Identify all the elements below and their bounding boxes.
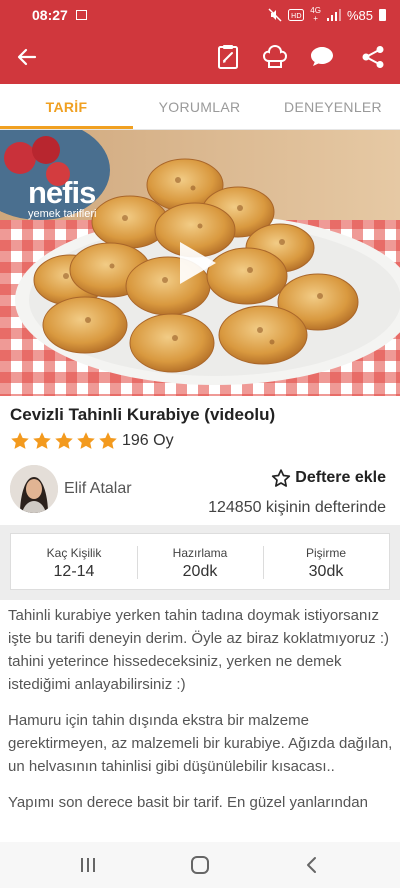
avatar[interactable] xyxy=(10,465,58,513)
star-outline-icon xyxy=(272,469,291,487)
recipe-title: Cevizli Tahinli Kurabiye (videolu) xyxy=(10,405,276,424)
cook-time-label: Pişirme xyxy=(305,546,346,560)
logo-sub: yemek tarifleri xyxy=(28,208,97,220)
description-paragraph: Tahinli kurabiye yerken tahin tadına doy… xyxy=(8,607,389,693)
tab-tarif[interactable]: TARİF xyxy=(0,84,133,130)
recent-apps-icon[interactable] xyxy=(76,854,100,876)
app-bar xyxy=(0,30,400,84)
add-to-notebook-label: Deftere ekle xyxy=(295,469,386,486)
network-plus: + xyxy=(313,14,318,23)
system-nav-bar xyxy=(0,842,400,888)
cook-time-value: 30dk xyxy=(308,563,344,580)
star-icon xyxy=(77,432,95,449)
hd-icon: HD xyxy=(288,9,305,21)
servings-cell: Kaç Kişilik 12-14 xyxy=(11,534,137,589)
status-bar: 08:27 HD 4G + %85 xyxy=(0,0,400,30)
add-to-notebook-button[interactable]: Deftere ekle xyxy=(271,468,386,488)
tab-bar: TARİF YORUMLAR DENEYENLER xyxy=(0,84,400,130)
gallery-icon xyxy=(75,10,87,20)
back-icon[interactable] xyxy=(300,854,324,876)
shopping-list-icon[interactable] xyxy=(213,42,243,72)
author-name[interactable]: Elif Atalar xyxy=(64,480,132,498)
share-icon[interactable] xyxy=(358,42,388,72)
battery-icon xyxy=(379,9,386,21)
battery-percent: %85 xyxy=(346,7,373,23)
rating-row[interactable]: 196 Oy xyxy=(10,430,174,452)
star-icon xyxy=(33,432,51,449)
author-row[interactable]: Elif Atalar xyxy=(10,465,132,513)
servings-value: 12-14 xyxy=(53,563,95,580)
back-arrow-icon[interactable] xyxy=(12,42,42,72)
description-paragraph: Hamuru için tahin dışında ekstra bir mal… xyxy=(8,712,393,775)
servings-label: Kaç Kişilik xyxy=(46,546,102,560)
nefis-logo: nefis yemek tarifleri xyxy=(28,175,97,220)
description-paragraph: Yapımı son derece basit bir tarif. En gü… xyxy=(8,794,368,811)
active-tab-indicator xyxy=(0,126,133,129)
signal-icon xyxy=(326,9,341,21)
vote-count: 196 Oy xyxy=(122,432,174,449)
star-icon xyxy=(11,432,29,449)
tab-yorumlar[interactable]: YORUMLAR xyxy=(133,84,266,130)
recipe-info-band: Kaç Kişilik 12-14 Hazırlama 20dk Pişirme… xyxy=(0,525,400,600)
prep-time-cell: Hazırlama 20dk xyxy=(137,534,263,589)
comment-icon[interactable] xyxy=(307,42,337,72)
prep-time-value: 20dk xyxy=(182,563,218,580)
logo-main: nefis xyxy=(28,175,96,210)
status-time: 08:27 xyxy=(32,7,68,23)
home-icon[interactable] xyxy=(188,854,212,876)
tab-deneyenler[interactable]: DENEYENLER xyxy=(266,84,400,130)
recipe-description: Tahinli kurabiye yerken tahin tadına doy… xyxy=(8,604,394,827)
cook-time-cell: Pişirme 30dk xyxy=(263,534,389,589)
star-icon xyxy=(99,432,117,449)
recipe-video[interactable]: nefis yemek tarifleri xyxy=(0,130,400,396)
play-icon[interactable] xyxy=(180,242,216,284)
star-icon xyxy=(55,432,73,449)
notebook-count: 124850 kişinin defterinde xyxy=(208,499,386,516)
mute-icon xyxy=(268,8,282,22)
recipe-info-card: Kaç Kişilik 12-14 Hazırlama 20dk Pişirme… xyxy=(10,533,390,590)
prep-time-label: Hazırlama xyxy=(172,546,228,560)
svg-text:HD: HD xyxy=(291,12,302,20)
chef-hat-icon[interactable] xyxy=(260,42,290,72)
